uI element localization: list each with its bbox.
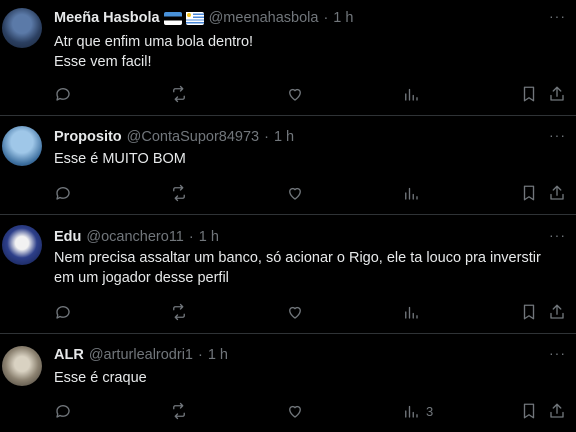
bookmark-icon: [523, 86, 535, 102]
views-count: 3: [426, 403, 434, 419]
views-icon: [405, 88, 418, 101]
reply-button[interactable]: [54, 401, 72, 421]
reply-icon: [56, 405, 70, 418]
share-icon: [550, 304, 564, 319]
avatar[interactable]: [2, 8, 42, 48]
author-name[interactable]: Meeña Hasbola: [54, 10, 160, 26]
tweet-text: Atr que enfim uma bola dentro! Esse vem …: [54, 34, 254, 70]
avatar[interactable]: [2, 126, 42, 166]
like-icon: [289, 187, 301, 200]
retweet-icon: [173, 85, 185, 103]
timestamp[interactable]: 1 h: [333, 10, 353, 26]
share-button[interactable]: [548, 401, 566, 421]
tweet-actions: [0, 183, 576, 203]
retweet-button[interactable]: [170, 84, 188, 104]
author-handle[interactable]: @meenahasbola: [209, 10, 319, 26]
avatar[interactable]: [2, 346, 42, 386]
share-icon: [550, 403, 564, 418]
author-name[interactable]: ALR: [54, 347, 84, 363]
author-name[interactable]: Proposito: [54, 129, 122, 145]
tweet-actions: [0, 84, 576, 104]
views-button[interactable]: [402, 183, 426, 203]
tweet-text: Esse é craque: [54, 370, 147, 386]
author-name[interactable]: Edu: [54, 229, 81, 245]
share-button[interactable]: [548, 302, 566, 322]
timestamp[interactable]: 1 h: [274, 129, 294, 145]
separator-dot: ·: [188, 229, 194, 245]
retweet-button[interactable]: [170, 183, 188, 203]
tweet-header: Meeña Hasbola @meenahasbola · 1 h: [54, 8, 353, 28]
reply-icon: [56, 187, 70, 200]
reply-icon: [56, 88, 70, 101]
bookmark-button[interactable]: [520, 302, 538, 322]
like-button[interactable]: [286, 183, 304, 203]
like-icon: [289, 405, 301, 418]
author-handle[interactable]: @ocanchero11: [86, 229, 184, 245]
views-button[interactable]: [402, 302, 426, 322]
retweet-icon: [173, 303, 185, 321]
timestamp[interactable]: 1 h: [208, 347, 228, 363]
views-icon: [405, 405, 418, 418]
more-options-button[interactable]: ···: [549, 227, 566, 243]
tweet-text: Esse é MUITO BOM: [54, 151, 186, 167]
more-options-button[interactable]: ···: [549, 345, 566, 361]
retweet-button[interactable]: [170, 302, 188, 322]
tweet-text: Nem precisa assaltar um banco, só aciona…: [54, 250, 541, 286]
tweet-1[interactable]: Meeña Hasbola @meenahasbola · 1 h ··· At…: [0, 0, 576, 116]
retweet-button[interactable]: [170, 401, 188, 421]
views-button[interactable]: 3: [402, 401, 433, 421]
bookmark-icon: [523, 185, 535, 201]
tweet-actions: 3: [0, 401, 576, 421]
separator-dot: ·: [198, 347, 203, 363]
tweet-3[interactable]: Edu @ocanchero11 · 1 h ··· Nem precisa a…: [0, 215, 576, 334]
like-icon: [289, 88, 301, 101]
like-icon: [289, 306, 301, 319]
views-icon: [405, 187, 418, 200]
bookmark-button[interactable]: [520, 84, 538, 104]
retweet-icon: [173, 402, 185, 420]
bookmark-button[interactable]: [520, 183, 538, 203]
like-button[interactable]: [286, 84, 304, 104]
tweet-4[interactable]: ALR @arturlealrodri1 · 1 h ··· Esse é cr…: [0, 334, 576, 432]
share-button[interactable]: [548, 84, 566, 104]
like-button[interactable]: [286, 302, 304, 322]
timestamp[interactable]: 1 h: [199, 229, 219, 245]
views-icon: [405, 306, 418, 319]
separator-dot: ·: [323, 10, 329, 26]
author-handle[interactable]: @arturlealrodri1: [89, 347, 193, 363]
avatar[interactable]: [2, 225, 42, 265]
estonia-flag-icon: [163, 11, 182, 25]
more-options-button[interactable]: ···: [549, 127, 566, 143]
like-button[interactable]: [286, 401, 304, 421]
views-button[interactable]: [402, 84, 426, 104]
reply-icon: [56, 306, 70, 319]
tweet-header: Edu @ocanchero11 · 1 h: [54, 227, 219, 247]
share-icon: [550, 86, 564, 101]
reply-button[interactable]: [54, 84, 72, 104]
reply-button[interactable]: [54, 183, 72, 203]
more-options-button[interactable]: ···: [549, 8, 566, 24]
retweet-icon: [173, 184, 185, 202]
tweet-2[interactable]: Proposito @ContaSupor84973 · 1 h ··· Ess…: [0, 116, 576, 215]
bookmark-icon: [523, 403, 535, 419]
author-handle[interactable]: @ContaSupor84973: [127, 129, 259, 145]
reply-button[interactable]: [54, 302, 72, 322]
tweet-header: Proposito @ContaSupor84973 · 1 h: [54, 127, 294, 147]
tweet-actions: [0, 302, 576, 322]
separator-dot: ·: [264, 129, 269, 145]
bookmark-button[interactable]: [520, 401, 538, 421]
share-button[interactable]: [548, 183, 566, 203]
uruguay-flag-icon: [185, 11, 204, 25]
share-icon: [550, 185, 564, 200]
bookmark-icon: [523, 304, 535, 320]
tweet-header: ALR @arturlealrodri1 · 1 h: [54, 345, 228, 365]
